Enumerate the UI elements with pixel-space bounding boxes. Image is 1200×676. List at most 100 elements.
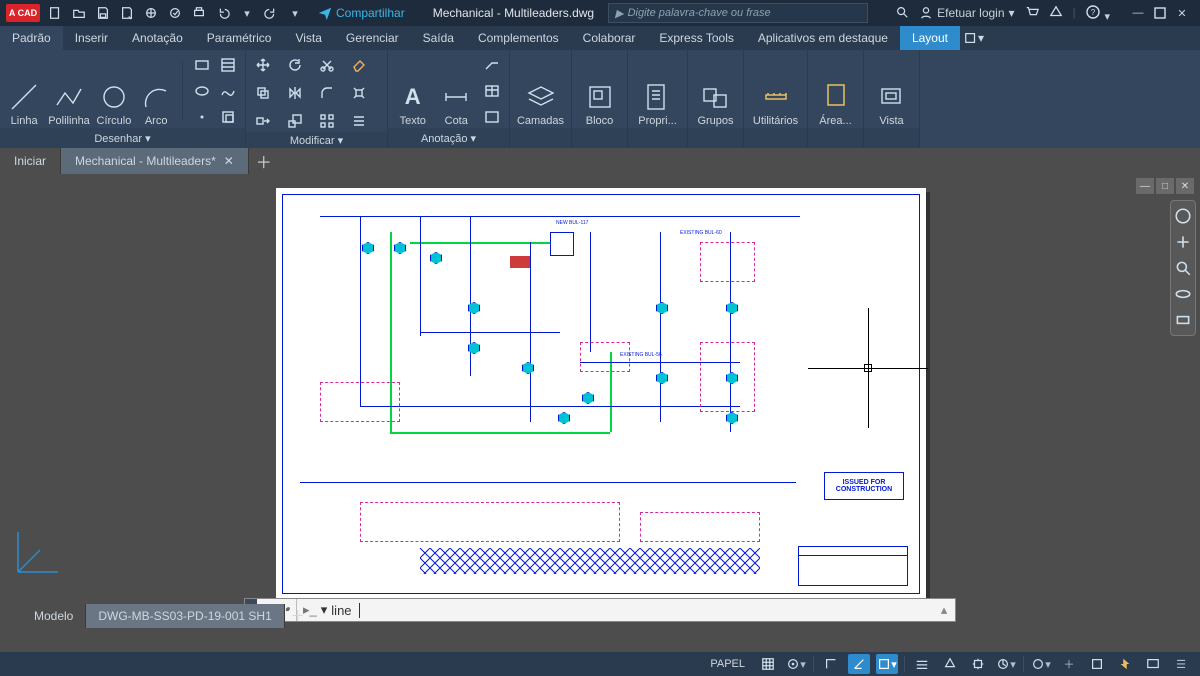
cmd-polilinha[interactable]: Polilinha — [48, 55, 90, 127]
maximize-icon[interactable] — [1150, 4, 1170, 22]
open-web-icon[interactable] — [142, 4, 160, 22]
tab-document[interactable]: Mechanical - Multileaders* ✕ — [61, 148, 249, 174]
annotation-scale-icon[interactable]: ▾ — [995, 654, 1017, 674]
vp-close-icon[interactable]: ✕ — [1176, 178, 1194, 194]
close-icon[interactable]: ✕ — [1172, 4, 1192, 22]
pan-icon[interactable] — [1174, 233, 1192, 251]
polar-toggle-icon[interactable] — [848, 654, 870, 674]
spline-icon[interactable] — [217, 80, 239, 102]
tab-close-icon[interactable]: ✕ — [224, 154, 234, 168]
command-input[interactable]: ▸_▾ line — [297, 602, 933, 618]
explode-icon[interactable] — [348, 82, 370, 104]
cart-icon[interactable] — [1025, 5, 1039, 22]
hatch-icon[interactable] — [217, 54, 239, 76]
array-icon[interactable] — [316, 110, 338, 132]
redo-dd-icon[interactable]: ▾ — [286, 4, 304, 22]
point-icon[interactable] — [191, 106, 213, 128]
redo-icon[interactable] — [262, 4, 280, 22]
lineweight-toggle-icon[interactable] — [911, 654, 933, 674]
showmotion-icon[interactable] — [1174, 311, 1192, 329]
clean-screen-icon[interactable] — [1142, 654, 1164, 674]
ribbon-options-icon[interactable]: ▾ — [960, 26, 988, 50]
osnap-toggle-icon[interactable]: ▾ — [876, 654, 898, 674]
rectangle-icon[interactable] — [191, 54, 213, 76]
selection-cycling-icon[interactable] — [967, 654, 989, 674]
panel-title-anotacao[interactable]: Anotação ▾ — [388, 128, 509, 148]
cmd-arco[interactable]: Arco — [138, 55, 174, 127]
search-icon[interactable] — [895, 5, 909, 22]
transparency-toggle-icon[interactable] — [939, 654, 961, 674]
cmd-camadas[interactable]: Camadas — [516, 55, 565, 127]
tab-vista[interactable]: Vista — [283, 26, 333, 50]
open-icon[interactable] — [70, 4, 88, 22]
autodesk-app-icon[interactable] — [1049, 5, 1063, 22]
save-web-icon[interactable] — [166, 4, 184, 22]
ortho-toggle-icon[interactable] — [820, 654, 842, 674]
region-icon[interactable] — [217, 106, 239, 128]
cmd-area[interactable]: Área... — [814, 55, 857, 127]
erase-icon[interactable] — [348, 54, 370, 76]
annotation-monitor-icon[interactable]: ＋ — [1058, 654, 1080, 674]
vp-min-icon[interactable]: — — [1136, 178, 1154, 194]
leader-icicon[interactable] — [481, 54, 503, 76]
isolate-objects-icon[interactable] — [1086, 654, 1108, 674]
cmd-circulo[interactable]: Círculo — [96, 55, 132, 127]
login-button[interactable]: Efetuar login ▾ — [919, 6, 1014, 20]
cmd-utilitarios[interactable]: Utilitários — [750, 55, 801, 127]
new-icon[interactable] — [46, 4, 64, 22]
customize-status-icon[interactable]: ☰ — [1170, 654, 1192, 674]
cmd-propriedades[interactable]: Propri... — [634, 55, 681, 127]
tab-express[interactable]: Express Tools — [647, 26, 745, 50]
zoom-extents-icon[interactable] — [1174, 259, 1192, 277]
move-icon[interactable] — [252, 54, 274, 76]
tab-aplicativos[interactable]: Aplicativos em destaque — [746, 26, 900, 50]
tab-gerenciar[interactable]: Gerenciar — [334, 26, 411, 50]
workspace-switch-icon[interactable]: ▾ — [1030, 654, 1052, 674]
ellipse-icon[interactable] — [191, 80, 213, 102]
vp-max-icon[interactable]: □ — [1156, 178, 1174, 194]
tab-layout[interactable]: Layout — [900, 26, 960, 50]
help-icon[interactable]: ? ▾ — [1085, 4, 1110, 23]
new-tab-button[interactable]: ＋ — [249, 148, 279, 174]
tab-inserir[interactable]: Inserir — [63, 26, 120, 50]
tab-padrao[interactable]: Padrão — [0, 26, 63, 50]
tab-parametrico[interactable]: Paramétrico — [195, 26, 284, 50]
save-icon[interactable] — [94, 4, 112, 22]
undo-icon[interactable] — [214, 4, 232, 22]
share-button[interactable]: Compartilhar — [318, 6, 405, 20]
fillet-icon[interactable] — [316, 82, 338, 104]
cmdline-history-icon[interactable]: ▴ — [933, 602, 955, 618]
cmd-linha[interactable]: Linha — [6, 55, 42, 127]
snap-toggle-icon[interactable]: ▾ — [785, 654, 807, 674]
hardware-accel-icon[interactable] — [1114, 654, 1136, 674]
minimize-icon[interactable]: — — [1128, 4, 1148, 22]
offset-icon[interactable] — [348, 110, 370, 132]
grid-toggle-icon[interactable] — [757, 654, 779, 674]
search-input[interactable]: ▶ Digite palavra-chave ou frase — [608, 3, 868, 23]
command-line[interactable]: ✕ ▸_▾ line ▴ — [244, 598, 956, 622]
saveas-icon[interactable] — [118, 4, 136, 22]
trim-icon[interactable] — [316, 54, 338, 76]
add-layout-button[interactable]: ＋ — [285, 604, 311, 628]
undo-dd-icon[interactable]: ▾ — [238, 4, 256, 22]
space-indicator[interactable]: PAPEL — [704, 658, 751, 670]
tab-colaborar[interactable]: Colaborar — [571, 26, 648, 50]
cmd-vista[interactable]: Vista — [870, 55, 913, 127]
table-icon[interactable] — [481, 80, 503, 102]
tab-saida[interactable]: Saída — [411, 26, 466, 50]
mtext-icon[interactable] — [481, 106, 503, 128]
full-nav-wheel-icon[interactable] — [1174, 207, 1192, 225]
panel-title-desenhar[interactable]: Desenhar ▾ — [0, 128, 245, 148]
mirror-icon[interactable] — [284, 82, 306, 104]
orbit-icon[interactable] — [1174, 285, 1192, 303]
plot-icon[interactable] — [190, 4, 208, 22]
stretch-icon[interactable] — [252, 110, 274, 132]
cmd-bloco[interactable]: Bloco — [578, 55, 621, 127]
cmd-grupos[interactable]: Grupos — [694, 55, 737, 127]
tab-start[interactable]: Iniciar — [0, 148, 61, 174]
rotate-icon[interactable] — [284, 54, 306, 76]
tab-complementos[interactable]: Complementos — [466, 26, 571, 50]
panel-title-modificar[interactable]: Modificar ▾ — [246, 132, 387, 148]
drawing-area[interactable]: NEW BUL-117 EXISTING BUL-60 EXISTING BUL… — [0, 174, 1200, 652]
cmd-cota[interactable]: Cota — [438, 55, 476, 127]
